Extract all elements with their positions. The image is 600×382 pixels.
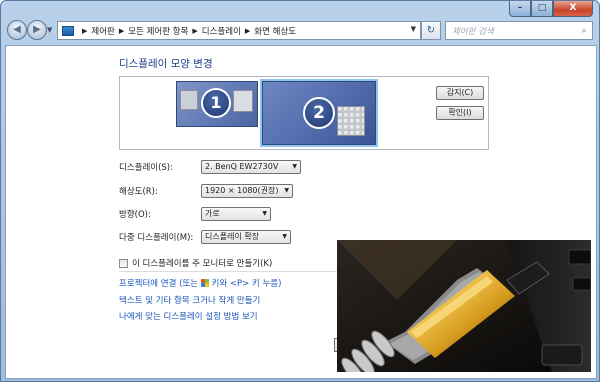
primary-monitor-option[interactable]: 이 디스플레이를 주 모니터로 만들기(K)	[119, 257, 272, 269]
orientation-row: 방향(O): 가로 ▼	[119, 207, 271, 221]
breadcrumb-display[interactable]: 디스플레이	[202, 25, 241, 37]
recent-pages-chevron-icon[interactable]: ▼	[47, 26, 52, 34]
resolution-select[interactable]: 1920 × 1080(권장) ▼	[201, 184, 293, 198]
projector-link-text-b[interactable]: 키와 <P> 키 누름)	[209, 279, 282, 289]
windows-logo-icon	[200, 279, 209, 287]
chevron-down-icon: ▼	[282, 233, 287, 240]
monitor-1[interactable]: 1	[176, 81, 258, 127]
breadcrumb-control-panel[interactable]: 제어판	[91, 25, 114, 37]
window-thumbnail-icon	[337, 106, 365, 136]
address-bar[interactable]: ▶ 제어판 ▶ 모든 제어판 항목 ▶ 디스플레이 ▶ 화면 해상도 ▼	[57, 21, 421, 40]
title-bar[interactable]: – □ X	[1, 1, 599, 17]
chevron-right-icon[interactable]: ▶	[245, 27, 250, 35]
close-button[interactable]: X	[553, 1, 593, 17]
chevron-right-icon[interactable]: ▶	[192, 27, 197, 35]
multi-display-label: 다중 디스플레이(M):	[119, 233, 194, 243]
chevron-down-icon: ▼	[262, 210, 267, 217]
search-input[interactable]: 제어판 검색 ⌕	[445, 21, 593, 40]
hdmi-cable-photo	[337, 240, 591, 372]
primary-monitor-label[interactable]: 이 디스플레이를 주 모니터로 만들기(K)	[132, 257, 272, 269]
address-dropdown-icon[interactable]: ▼	[411, 25, 416, 33]
chevron-down-icon: ▼	[292, 163, 297, 170]
identify-button[interactable]: 확인(I)	[436, 106, 484, 120]
page-title: 디스플레이 모양 변경	[119, 58, 213, 70]
monitor-number-2: 2	[303, 97, 335, 129]
monitor-arrangement: 1 2 감지(C) 확인(I)	[119, 76, 489, 150]
search-placeholder: 제어판 검색	[452, 26, 494, 37]
refresh-icon[interactable]: ↻	[421, 21, 441, 40]
projector-link-text-a[interactable]: 프로젝터에 연결 (또는	[119, 279, 201, 289]
chevron-right-icon[interactable]: ▶	[82, 27, 87, 35]
window-thumbnail-icon	[180, 90, 198, 110]
display-select[interactable]: 2. BenQ EW2730V ▼	[201, 160, 301, 174]
multi-display-value: 디스플레이 확장	[205, 232, 260, 241]
primary-monitor-checkbox[interactable]	[119, 258, 128, 268]
projector-link[interactable]: 프로젝터에 연결 (또는 키와 <P> 키 누름)	[119, 277, 281, 289]
display-value: 2. BenQ EW2730V	[205, 162, 279, 171]
breadcrumb-screen-resolution[interactable]: 화면 해상도	[254, 25, 296, 37]
detect-button[interactable]: 감지(C)	[436, 86, 484, 100]
monitor-2[interactable]: 2	[260, 79, 378, 147]
display-row: 디스플레이(S): 2. BenQ EW2730V ▼	[119, 160, 301, 174]
multi-display-row: 다중 디스플레이(M): 디스플레이 확장 ▼	[119, 230, 291, 244]
resolution-value: 1920 × 1080(권장)	[205, 186, 279, 195]
orientation-label: 방향(O):	[119, 210, 151, 220]
window-thumbnail-icon	[233, 90, 253, 112]
text-size-link[interactable]: 텍스트 및 기타 항목 크거나 작게 만들기	[119, 294, 260, 306]
chevron-down-icon: ▼	[284, 187, 289, 194]
hdmi-connector-photo-art	[337, 240, 591, 372]
forward-arrow-icon[interactable]: ▶	[27, 20, 47, 40]
resolution-label: 해상도(R):	[119, 187, 158, 197]
display-label: 디스플레이(S):	[119, 163, 173, 173]
monitor-number-1: 1	[201, 88, 231, 118]
display-settings-help-link[interactable]: 나에게 맞는 디스플레이 설정 방법 보기	[119, 310, 258, 322]
search-icon[interactable]: ⌕	[576, 26, 592, 36]
breadcrumb-all-items[interactable]: 모든 제어판 항목	[128, 25, 188, 37]
resolution-row: 해상도(R): 1920 × 1080(권장) ▼	[119, 184, 293, 198]
navigation-bar: ◀ ▶ ▼ ▶ 제어판 ▶ 모든 제어판 항목 ▶ 디스플레이 ▶ 화면 해상도…	[5, 19, 597, 43]
control-panel-icon	[62, 25, 74, 36]
maximize-button[interactable]: □	[531, 1, 553, 17]
multi-display-select[interactable]: 디스플레이 확장 ▼	[201, 230, 291, 244]
orientation-select[interactable]: 가로 ▼	[201, 207, 271, 221]
chevron-right-icon[interactable]: ▶	[119, 27, 124, 35]
orientation-value: 가로	[205, 209, 220, 218]
minimize-button[interactable]: –	[509, 1, 531, 17]
back-arrow-icon[interactable]: ◀	[7, 20, 27, 40]
caption-buttons: – □ X	[509, 1, 593, 17]
